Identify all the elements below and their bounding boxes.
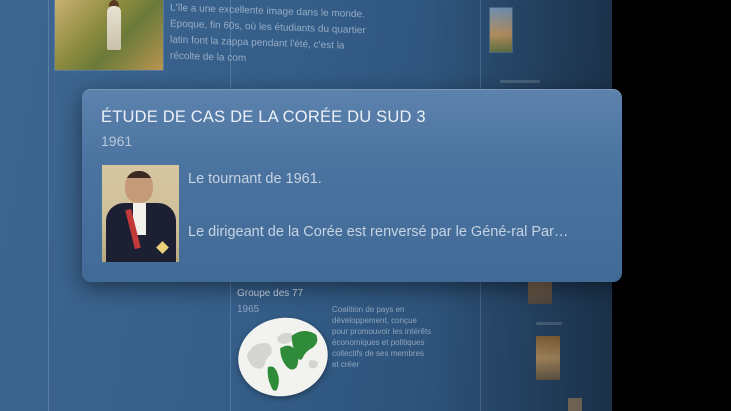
portrait-head <box>125 171 153 203</box>
card-summary-line: Le tournant de 1961. <box>188 171 322 187</box>
group-event-text: Coalition de pays en développement, conç… <box>332 305 432 369</box>
group-event-year: 1965 <box>237 304 260 315</box>
world-map-icon[interactable] <box>230 309 336 405</box>
background-thumbnail[interactable] <box>536 336 560 380</box>
background-label <box>500 80 540 83</box>
group-event-title[interactable]: Groupe des 77 <box>237 288 303 299</box>
column-divider <box>48 0 49 411</box>
event-detail-card[interactable]: ÉTUDE DE CAS DE LA CORÉE DU SUD 3 1961 L… <box>82 89 622 282</box>
card-year: 1961 <box>101 133 133 149</box>
photo-figure <box>107 6 121 50</box>
viewport-edge <box>612 0 731 411</box>
card-summary-text: Le dirigeant de la Corée est renversé pa… <box>188 224 569 240</box>
portrait-photo[interactable] <box>102 165 179 262</box>
card-title: ÉTUDE DE CAS DE LA CORÉE DU SUD 3 <box>101 108 426 126</box>
background-thumbnail[interactable] <box>568 398 582 411</box>
background-article-text: L'île a une excellente image dans le mon… <box>170 2 366 65</box>
background-label <box>536 322 562 325</box>
background-thumbnail[interactable] <box>528 282 552 304</box>
background-event-photo[interactable] <box>55 0 163 70</box>
background-thumbnail[interactable] <box>490 8 512 52</box>
